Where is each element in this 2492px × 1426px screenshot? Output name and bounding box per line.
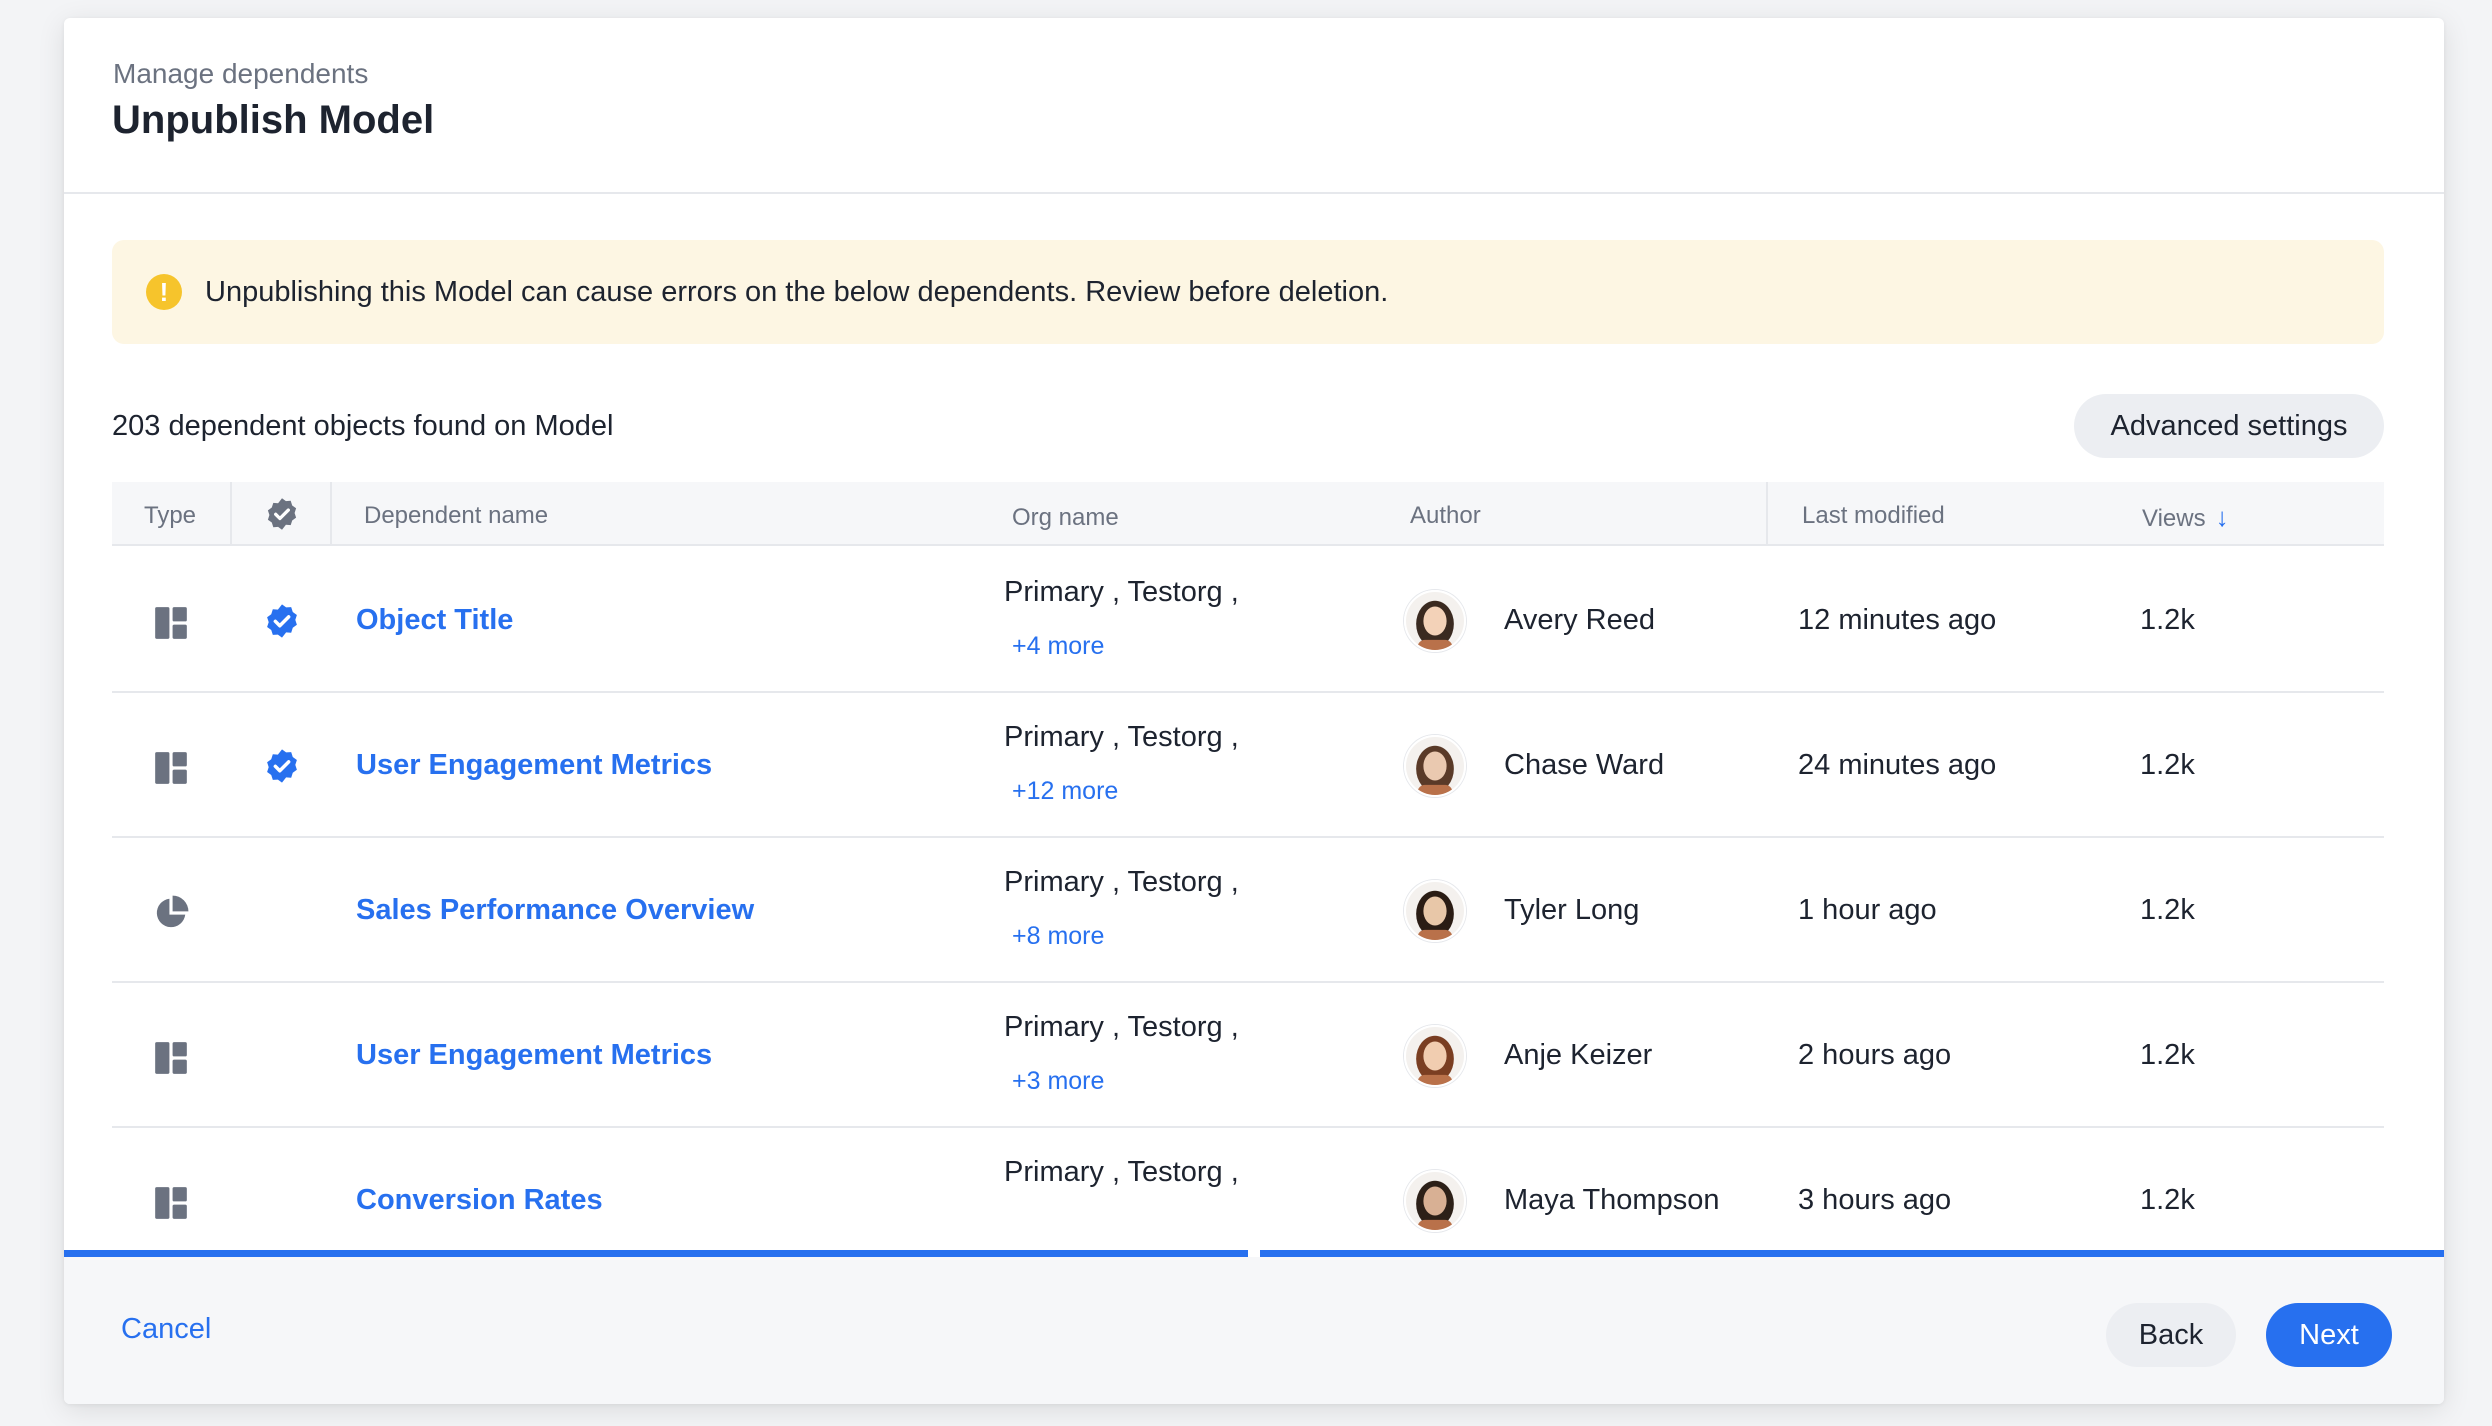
verified-check-icon bbox=[263, 747, 301, 785]
views-count: 1.2k bbox=[2140, 1184, 2195, 1216]
avatar bbox=[1404, 1025, 1466, 1087]
verified-check-icon bbox=[263, 602, 301, 640]
warning-message: Unpublishing this Model can cause errors… bbox=[205, 276, 1389, 308]
warning-icon: ! bbox=[146, 274, 182, 310]
avatar bbox=[1404, 880, 1466, 942]
liveboard-icon bbox=[152, 749, 190, 787]
verified-badge-icon[interactable] bbox=[264, 496, 300, 532]
dependents-table: Type Dependent name Org name Author Last… bbox=[112, 482, 2384, 1238]
modal-footer: Cancel Back Next bbox=[64, 1257, 2444, 1404]
dependent-name-link[interactable]: Object Title bbox=[356, 604, 513, 637]
org-names: Primary , Testorg , bbox=[1004, 1011, 1239, 1043]
avatar bbox=[1404, 1170, 1466, 1232]
author-name: Tyler Long bbox=[1504, 894, 1640, 926]
views-count: 1.2k bbox=[2140, 1039, 2195, 1071]
liveboard-icon bbox=[152, 1184, 190, 1222]
modal-eyebrow: Manage dependents bbox=[113, 58, 369, 89]
avatar bbox=[1404, 590, 1466, 652]
unpublish-modal: Manage dependents Unpublish Model ! Unpu… bbox=[64, 18, 2444, 1404]
dependent-name-link[interactable]: User Engagement Metrics bbox=[356, 749, 712, 782]
cancel-button[interactable]: Cancel bbox=[121, 1313, 211, 1346]
last-modified: 24 minutes ago bbox=[1798, 749, 1997, 781]
sort-descending-icon[interactable]: ↓ bbox=[2216, 502, 2229, 533]
column-type[interactable]: Type bbox=[144, 502, 196, 530]
author-name: Anje Keizer bbox=[1504, 1039, 1653, 1071]
dependent-name-link[interactable]: Conversion Rates bbox=[356, 1184, 603, 1217]
pie-chart-icon bbox=[152, 894, 190, 932]
org-names: Primary , Testorg , bbox=[1004, 1156, 1239, 1188]
warning-banner: ! Unpublishing this Model can cause erro… bbox=[112, 240, 2384, 344]
org-more-link[interactable]: +4 more bbox=[1012, 632, 1104, 661]
liveboard-icon bbox=[152, 604, 190, 642]
org-more-link[interactable]: +8 more bbox=[1012, 922, 1104, 951]
column-org-name[interactable]: Org name bbox=[1012, 504, 1119, 532]
author-name: Maya Thompson bbox=[1504, 1184, 1720, 1216]
last-modified: 12 minutes ago bbox=[1798, 604, 1997, 636]
org-more-link[interactable]: +12 more bbox=[1012, 777, 1118, 806]
table-row[interactable]: User Engagement Metrics Primary , Testor… bbox=[112, 983, 2384, 1128]
modal-header: Manage dependents Unpublish Model bbox=[64, 18, 2444, 194]
table-row[interactable]: Conversion Rates Primary , Testorg , May… bbox=[112, 1128, 2384, 1238]
progress-step-2 bbox=[1260, 1250, 2444, 1257]
views-count: 1.2k bbox=[2140, 749, 2195, 781]
next-button[interactable]: Next bbox=[2266, 1303, 2392, 1367]
org-more-link[interactable]: +3 more bbox=[1012, 1067, 1104, 1096]
dependent-name-link[interactable]: User Engagement Metrics bbox=[356, 1039, 712, 1072]
column-divider bbox=[330, 482, 332, 546]
advanced-settings-button[interactable]: Advanced settings bbox=[2074, 394, 2384, 458]
column-last-modified[interactable]: Last modified bbox=[1802, 502, 1945, 530]
avatar bbox=[1404, 735, 1466, 797]
org-names: Primary , Testorg , bbox=[1004, 576, 1239, 608]
column-divider bbox=[1766, 482, 1768, 546]
progress-step-1 bbox=[64, 1250, 1248, 1257]
views-count: 1.2k bbox=[2140, 604, 2195, 636]
column-views-label: Views bbox=[2142, 505, 2206, 532]
last-modified: 3 hours ago bbox=[1798, 1184, 1952, 1216]
table-row[interactable]: User Engagement Metrics Primary , Testor… bbox=[112, 693, 2384, 838]
views-count: 1.2k bbox=[2140, 894, 2195, 926]
table-row[interactable]: Object Title Primary , Testorg , +4 more… bbox=[112, 548, 2384, 693]
org-names: Primary , Testorg , bbox=[1004, 721, 1239, 753]
table-header: Type Dependent name Org name Author Last… bbox=[112, 482, 2384, 546]
liveboard-icon bbox=[152, 1039, 190, 1077]
column-views[interactable]: Views ↓ bbox=[2142, 502, 2229, 533]
back-button[interactable]: Back bbox=[2106, 1303, 2236, 1367]
column-dependent-name[interactable]: Dependent name bbox=[364, 502, 548, 530]
last-modified: 1 hour ago bbox=[1798, 894, 1937, 926]
author-name: Chase Ward bbox=[1504, 749, 1665, 781]
table-row[interactable]: Sales Performance Overview Primary , Tes… bbox=[112, 838, 2384, 983]
modal-title: Unpublish Model bbox=[112, 98, 435, 142]
dependent-count: 203 dependent objects found on Model bbox=[112, 410, 614, 442]
author-name: Avery Reed bbox=[1504, 604, 1655, 636]
last-modified: 2 hours ago bbox=[1798, 1039, 1952, 1071]
column-divider bbox=[230, 482, 232, 546]
org-names: Primary , Testorg , bbox=[1004, 866, 1239, 898]
column-author[interactable]: Author bbox=[1410, 502, 1481, 530]
dependent-name-link[interactable]: Sales Performance Overview bbox=[356, 894, 754, 927]
